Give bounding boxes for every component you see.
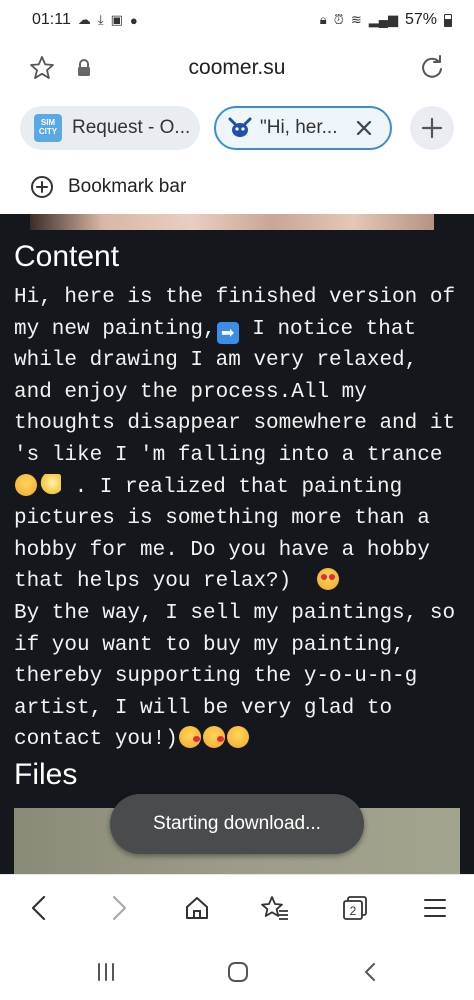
post-line: thoughts disappear somewhere and it [14,412,456,436]
star-icon[interactable] [28,54,56,82]
tab-request[interactable]: SIM CITY Request - O... [20,106,200,150]
tab-label: Request - O... [72,117,191,138]
plus-icon [421,117,443,139]
back-button[interactable] [22,891,56,925]
post-body: Hi, here is the finished version of my n… [14,282,464,756]
browser-toolbar: 2 [0,874,474,940]
content-heading: Content [14,240,120,273]
tabs-icon: 2 [343,896,367,920]
dizzy-emoji [39,473,61,496]
chevron-left-icon [31,895,46,921]
devil-icon [228,117,252,137]
tab-label: "Hi, her... [260,117,338,138]
system-home-button[interactable] [224,958,252,986]
home-button[interactable] [180,891,214,925]
weather-icon: ☁ [77,12,91,27]
tabs-button[interactable]: 2 [338,891,372,925]
recent-apps-button[interactable] [92,958,120,986]
post-line: while drawing I am very relaxed, [14,349,418,373]
battery-level: 57% [404,11,437,28]
menu-button[interactable] [418,891,452,925]
relieved-face-emoji [226,726,249,749]
hamburger-menu-icon [424,899,446,917]
post-image-bottom-edge[interactable] [30,214,434,230]
chat-icon: ● [129,12,138,28]
files-heading: Files [14,758,78,791]
lock-icon[interactable] [76,58,92,78]
web-content: Content Hi, here is the finished version… [0,214,474,874]
system-back-button[interactable] [356,958,384,986]
relieved-face-emoji [15,473,37,496]
download-toast: Starting download... [110,794,364,854]
system-back-icon [365,963,375,981]
kiss-emoji [202,726,225,749]
post-line: thereby supporting the y-o-u-n-g [14,665,418,689]
post-line: By the way, I sell my paintings, so [14,601,456,625]
chevron-right-icon [112,895,127,921]
status-right: 🔒︎ ⏰︎ ≋ ▂▄▆ 57% [320,11,452,29]
post-line: and enjoy the process.All my [14,380,367,404]
system-navigation-bar [0,942,474,1000]
tab-active-post[interactable]: "Hi, her... [214,106,392,150]
post-line: my new painting, ➡ I notice that [14,317,417,344]
new-tab-button[interactable] [410,106,454,150]
close-tab-icon[interactable] [352,116,376,140]
post-line: . I realized that painting [14,472,464,504]
tabs-count: 2 [350,904,357,918]
forward-button[interactable] [102,891,136,925]
post-line: Hi, here is the finished version of [14,286,456,309]
recent-apps-icon [98,963,114,981]
download-icon: ⤓ [97,12,104,27]
status-bar: 01:11 ☁ ⤓ ▣ ● 🔒︎ ⏰︎ ≋ ▂▄▆ 57% [0,0,474,40]
battery-icon [444,13,452,27]
image-icon: ▣ [110,12,123,27]
heart-eyes-emoji [317,568,340,591]
wifi-icon: ≋ [350,12,362,27]
post-line: artist, I will be very glad to [14,696,393,720]
status-time: 01:11 [32,11,71,28]
add-bookmark-icon [31,176,53,198]
reload-icon[interactable] [418,54,446,82]
url-text[interactable]: coomer.su [189,56,286,79]
bookmark-bar[interactable]: Bookmark bar [30,172,186,202]
post-line: if you want to buy my painting, [14,633,405,657]
post-line: pictures is something more than a [14,507,430,531]
home-icon [186,897,208,919]
tab-strip: SIM CITY Request - O... "Hi, her... [0,106,474,152]
simcity-icon: SIM CITY [34,114,62,142]
post-line: hobby for me. Do you have a hobby [14,538,430,562]
status-left: 01:11 ☁ ⤓ ▣ ● [32,11,138,29]
bookmarks-star-icon [261,896,288,920]
alarm-icon: ⏰︎ [333,12,344,27]
address-bar: coomer.su [0,44,474,94]
system-home-icon [228,962,248,982]
post-line: 's like I 'm falling into a trance [14,443,443,467]
post-line: that helps you relax?) [14,566,464,598]
post-line: contact you!) [14,724,464,756]
arrow-right-emoji: ➡ [216,321,239,344]
kiss-emoji [178,726,201,749]
bookmarks-button[interactable] [258,891,292,925]
lock-icon: 🔒︎ [319,12,327,27]
bookmark-bar-label: Bookmark bar [68,176,187,197]
signal-icon: ▂▄▆ [368,12,398,27]
